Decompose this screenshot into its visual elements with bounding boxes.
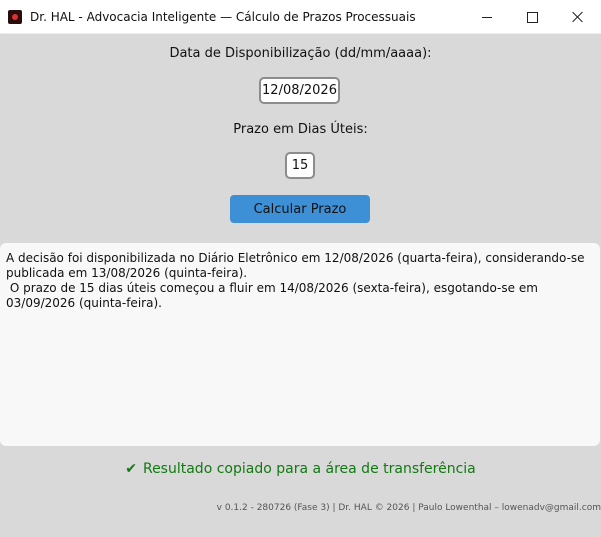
prazo-input[interactable] [285,152,315,179]
prazo-label: Prazo em Dias Úteis: [233,122,368,137]
calculate-button[interactable]: Calcular Prazo [230,195,370,223]
date-label: Data de Disponibilização (dd/mm/aaaa): [169,46,432,61]
result-textbox[interactable]: A decisão foi disponibilizada no Diário … [0,243,600,446]
maximize-button[interactable] [509,0,555,34]
check-icon: ✔ [125,461,137,477]
footer-version: v 0.1.2 - 280726 (Fase 3) | Dr. HAL © 20… [216,503,601,513]
window-title: Dr. HAL - Advocacia Inteligente — Cálcul… [30,10,416,24]
title-bar: Dr. HAL - Advocacia Inteligente — Cálcul… [0,0,601,34]
date-input[interactable] [259,77,340,104]
status-text: Resultado copiado para a área de transfe… [142,461,476,477]
app-logo-icon [8,10,22,24]
close-button[interactable] [555,0,601,34]
maximize-icon [526,11,538,23]
minimize-icon [482,16,492,18]
minimize-button[interactable] [464,0,510,34]
close-icon [572,11,584,23]
status-message: ✔ Resultado copiado para a área de transf… [0,461,601,477]
